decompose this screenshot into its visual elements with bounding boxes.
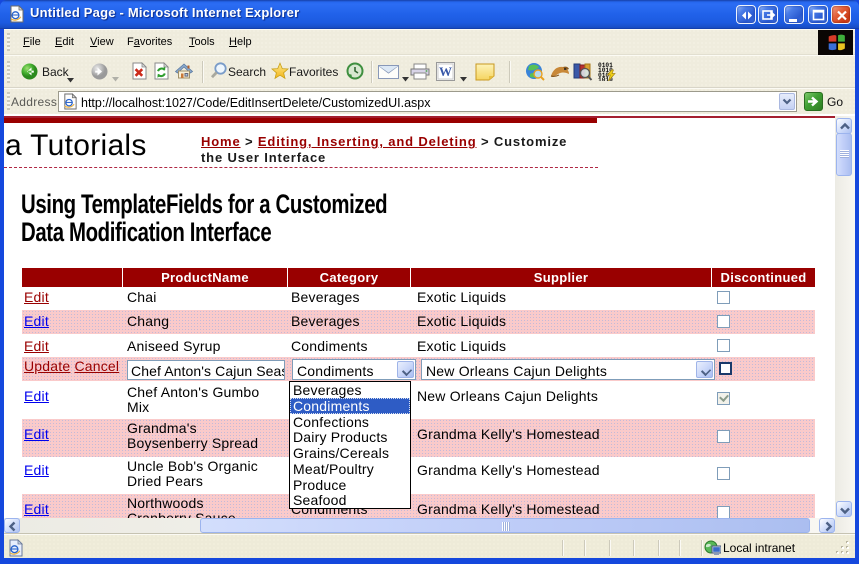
svg-text:W: W [439, 64, 452, 79]
